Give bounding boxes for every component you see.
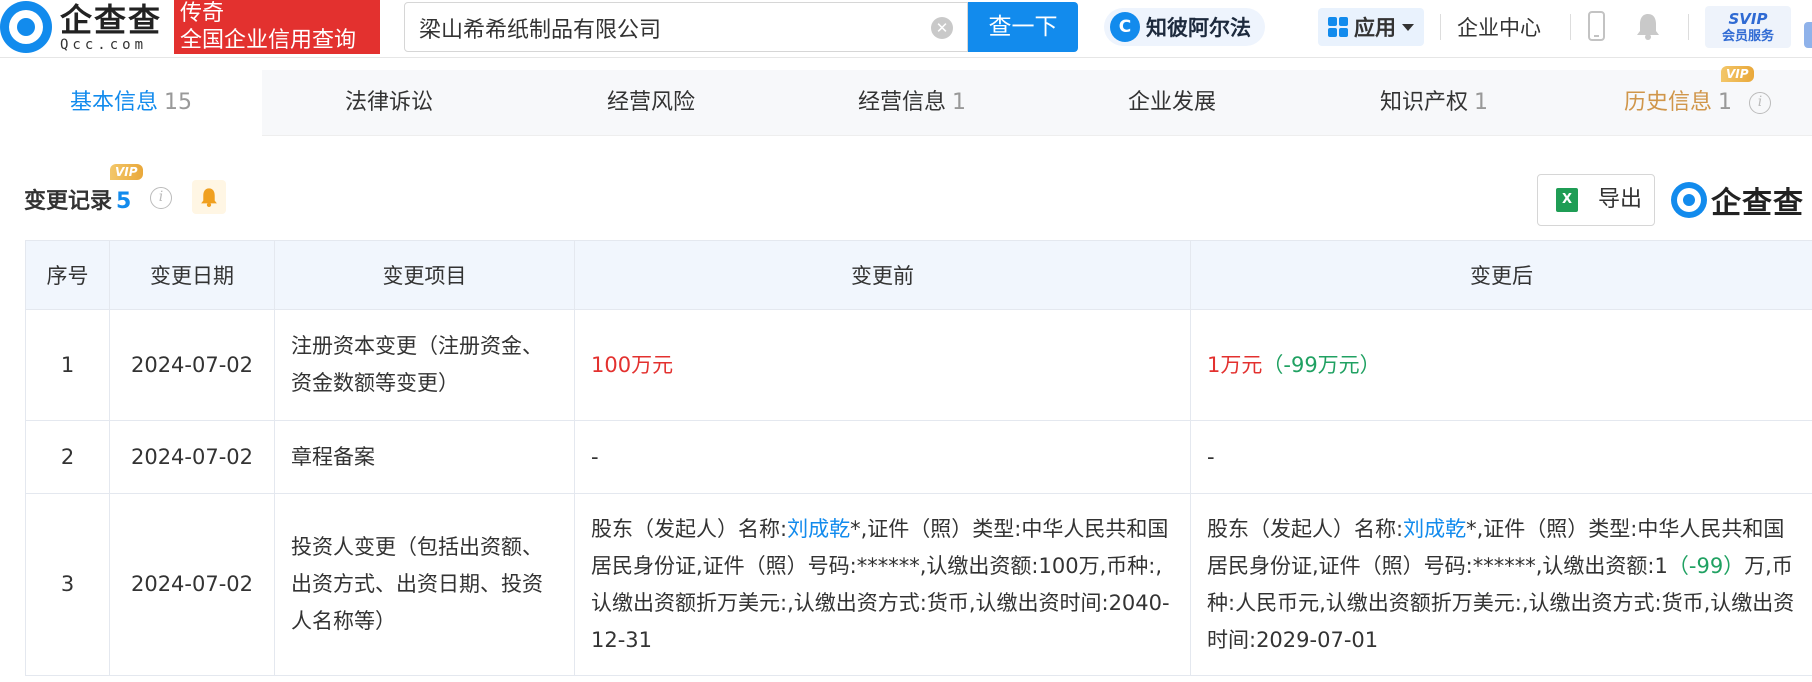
row-after: 股东（发起人）名称:刘成乾*,证件（照）类型:中华人民共和国居民身份证,证件（照…: [1190, 493, 1812, 676]
table-row: 3 2024-07-02 投资人变更（包括出资额、出资方式、出资日期、投资人名称…: [25, 493, 1812, 676]
row-index: 1: [25, 309, 110, 421]
shareholder-link[interactable]: 刘成乾: [1403, 517, 1466, 541]
zhibi-alpha-label: 知彼阿尔法: [1146, 16, 1251, 40]
row-date: 2024-07-02: [109, 493, 275, 676]
search-button[interactable]: 查一下: [968, 2, 1078, 52]
after-capital: 1万元: [1207, 352, 1263, 377]
table-row: 1 2024-07-02 注册资本变更（注册资金、资金数额等变更） 100万元 …: [25, 309, 1812, 421]
apps-label: 应用: [1354, 16, 1396, 40]
enterprise-center-link[interactable]: 企业中心: [1457, 12, 1541, 42]
clear-icon[interactable]: ✕: [931, 17, 953, 39]
col-date-header[interactable]: 变更日期: [109, 240, 275, 310]
info-icon[interactable]: i: [150, 187, 172, 209]
col-index-header: 序号: [25, 240, 110, 310]
monitor-bell-button[interactable]: [192, 180, 226, 214]
logo-cn-text: 企查查: [60, 1, 163, 39]
qcc-logo-icon: [1671, 182, 1707, 218]
history-vip-badge: VIP: [1721, 66, 1754, 82]
tab-intellectual-property[interactable]: 知识产权 1: [1380, 70, 1488, 136]
qcc-watermark-logo: 企查查: [1671, 178, 1804, 222]
tab-basic-info[interactable]: 基本信息 15: [0, 70, 262, 136]
qcc-logo-icon: [0, 1, 52, 53]
table-header-row: 序号 变更日期 变更项目 变更前 变更后: [25, 240, 1812, 310]
svip-label: SVIP: [1728, 10, 1768, 28]
watermark-logo-text: 企查查: [1711, 186, 1804, 221]
row-item: 章程备案: [274, 420, 575, 494]
member-service-label: 会员服务: [1721, 29, 1774, 44]
row-index: 3: [25, 493, 110, 676]
qcc-logo[interactable]: 企查查 Qcc.com: [0, 1, 162, 53]
change-record-vip-badge: VIP: [110, 164, 143, 180]
bell-icon: [201, 188, 217, 207]
shareholder-link[interactable]: 刘成乾: [787, 517, 850, 541]
amount-diff: （-99）: [1667, 553, 1745, 578]
section-count: 5: [116, 189, 132, 214]
col-before-header: 变更前: [574, 240, 1191, 310]
row-date: 2024-07-02: [109, 420, 275, 494]
svip-member-button[interactable]: SVIP 会员服务: [1705, 6, 1791, 48]
info-icon[interactable]: i: [1749, 92, 1772, 114]
notification-bell-icon[interactable]: [1636, 12, 1660, 40]
zhibi-alpha-button[interactable]: C 知彼阿尔法: [1104, 8, 1265, 46]
tab-enterprise-development[interactable]: 企业发展: [1128, 70, 1216, 136]
row-after: -: [1190, 420, 1812, 494]
capital-diff: （-99万元）: [1262, 352, 1381, 377]
excel-icon: X: [1556, 188, 1578, 212]
tab-legal-litigation[interactable]: 法律诉讼: [345, 70, 433, 136]
side-panel-handle[interactable]: [1804, 22, 1812, 48]
mobile-phone-icon[interactable]: [1588, 11, 1605, 41]
section-title: 变更记录 5: [24, 189, 132, 214]
row-index: 2: [25, 420, 110, 494]
main-tabs: 基本信息 15 法律诉讼 经营风险 经营信息 1 企业发展 知识产权 1 历史信息 1 …: [0, 66, 1812, 136]
slogan-banner: 传奇 全国企业信用查询: [174, 0, 380, 54]
search-input[interactable]: [419, 14, 919, 42]
slogan-line2: 全国企业信用查询: [180, 28, 357, 53]
row-after: 1万元（-99万元）: [1190, 309, 1812, 421]
grid-icon: [1328, 17, 1348, 37]
tab-business-info[interactable]: 经营信息 1: [858, 70, 966, 136]
row-before: -: [574, 420, 1191, 494]
export-button[interactable]: X 导出: [1537, 174, 1655, 226]
row-item: 投资人变更（包括出资额、出资方式、出资日期、投资人名称等）: [274, 493, 575, 676]
row-item: 注册资本变更（注册资金、资金数额等变更）: [274, 309, 575, 421]
row-before: 股东（发起人）名称:刘成乾*,证件（照）类型:中华人民共和国居民身份证,证件（照…: [574, 493, 1191, 676]
col-after-header: 变更后: [1190, 240, 1812, 310]
apps-menu-button[interactable]: 应用: [1318, 8, 1424, 46]
before-capital: 100万元: [591, 352, 674, 377]
change-record-table: 序号 变更日期 变更项目 变更前 变更后 1 2024-07-02 注册资本变更…: [25, 240, 1812, 676]
row-before: 100万元: [574, 309, 1191, 421]
col-item-header: 变更项目: [274, 240, 575, 310]
row-date: 2024-07-02: [109, 309, 275, 421]
search-box: ✕: [404, 2, 968, 52]
alpha-logo-icon: C: [1110, 12, 1140, 42]
header-divider: [1570, 14, 1571, 40]
table-row: 2 2024-07-02 章程备案 - -: [25, 420, 1812, 494]
caret-down-icon: [1402, 23, 1414, 31]
slogan-line1: 传奇: [180, 1, 225, 26]
header-divider: [1440, 14, 1441, 40]
top-header: 企查查 Qcc.com 传奇 全国企业信用查询 ✕ 查一下 C 知彼阿尔法 应用…: [0, 0, 1812, 58]
tab-business-risk[interactable]: 经营风险: [607, 70, 695, 136]
logo-en-text: Qcc.com: [60, 37, 148, 53]
header-divider: [1688, 14, 1689, 40]
